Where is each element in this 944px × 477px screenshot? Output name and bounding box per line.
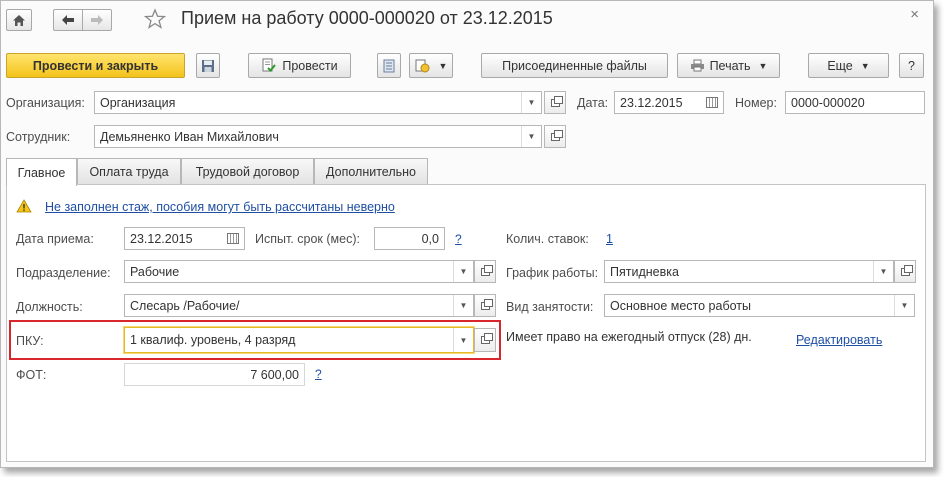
help-button[interactable]: ?: [899, 53, 924, 78]
employee-field[interactable]: Демьяненко Иван Михайлович ▼: [94, 125, 542, 148]
warning-link[interactable]: Не заполнен стаж, пособия могут быть рас…: [45, 200, 395, 214]
post-and-close-button[interactable]: Провести и закрыть: [6, 53, 185, 78]
chevron-down-icon: ▼: [438, 60, 448, 71]
employee-value: Демьяненко Иван Михайлович: [100, 129, 279, 144]
organization-label: Организация:: [6, 96, 85, 110]
rates-label: Колич. ставок:: [506, 232, 589, 246]
printer-icon: [690, 59, 704, 72]
document-list-icon: [383, 59, 395, 72]
post-document-icon: [262, 58, 277, 72]
schedule-open-button[interactable]: [894, 260, 916, 283]
employment-type-label: Вид занятости:: [506, 300, 594, 314]
open-window-icon: [480, 298, 493, 310]
fot-value: 7 600,00: [250, 367, 299, 382]
number-label: Номер:: [735, 96, 777, 110]
position-open-button[interactable]: [474, 294, 496, 317]
edit-link[interactable]: Редактировать: [796, 333, 882, 347]
department-label: Подразделение:: [16, 266, 111, 280]
chevron-down-icon[interactable]: ▼: [894, 295, 914, 316]
open-window-icon: [550, 95, 563, 107]
position-label: Должность:: [16, 300, 83, 314]
pku-label: ПКУ:: [16, 334, 44, 348]
tab-additional[interactable]: Дополнительно: [314, 158, 428, 185]
open-window-icon: [480, 333, 493, 344]
chevron-down-icon[interactable]: ▼: [453, 328, 473, 352]
hire-date-value: 23.12.2015: [130, 231, 193, 246]
chevron-down-icon[interactable]: ▼: [521, 126, 541, 147]
create-based-on-button[interactable]: ▼: [409, 53, 453, 78]
chevron-down-icon: ▼: [758, 60, 768, 71]
home-button[interactable]: [6, 9, 32, 31]
hire-date-label: Дата приема:: [16, 232, 94, 246]
hire-date-field[interactable]: 23.12.2015: [124, 227, 245, 250]
employee-label: Сотрудник:: [6, 130, 71, 144]
date-field[interactable]: 23.12.2015: [614, 91, 724, 114]
organization-field[interactable]: Организация ▼: [94, 91, 542, 114]
post-button-label: Провести: [282, 58, 338, 73]
create-based-on-icon: [415, 59, 430, 72]
position-value: Слесарь /Рабочие/: [130, 298, 240, 313]
position-field[interactable]: Слесарь /Рабочие/ ▼: [124, 294, 474, 317]
page-title: Прием на работу 0000-000020 от 23.12.201…: [181, 8, 553, 28]
tab-labor-contract[interactable]: Трудовой договор: [181, 158, 314, 185]
pku-field[interactable]: 1 квалиф. уровень, 4 разряд ▼: [124, 327, 474, 353]
department-value: Рабочие: [130, 264, 180, 279]
chevron-down-icon[interactable]: ▼: [453, 261, 473, 282]
warning-icon: [16, 199, 32, 216]
department-field[interactable]: Рабочие ▼: [124, 260, 474, 283]
arrow-right-icon: [91, 15, 103, 25]
calendar-icon[interactable]: [701, 92, 723, 113]
close-icon[interactable]: ×: [910, 6, 919, 23]
more-button-label: Еще: [827, 58, 853, 73]
probation-value: 0,0: [421, 231, 439, 246]
chevron-down-icon: ▼: [860, 60, 870, 71]
number-field[interactable]: 0000-000020: [785, 91, 925, 114]
chevron-down-icon[interactable]: ▼: [521, 92, 541, 113]
schedule-label: График работы:: [506, 266, 599, 280]
probation-field[interactable]: 0,0: [374, 227, 445, 250]
fot-label: ФОТ:: [16, 368, 47, 382]
save-button[interactable]: [196, 53, 220, 78]
floppy-disk-icon: [202, 59, 214, 72]
probation-label: Испыт. срок (мес):: [255, 232, 360, 246]
schedule-field[interactable]: Пятидневка ▼: [604, 260, 894, 283]
tab-payment[interactable]: Оплата труда: [77, 158, 181, 185]
open-window-icon: [480, 264, 493, 276]
attached-files-button[interactable]: Присоединенные файлы: [481, 53, 668, 78]
open-window-icon: [550, 129, 563, 141]
print-button[interactable]: Печать ▼: [677, 53, 780, 78]
organization-value: Организация: [100, 95, 176, 110]
vacation-note: Имеет право на ежегодный отпуск (28) дн.: [506, 330, 752, 344]
rates-link[interactable]: 1: [606, 232, 613, 246]
document-window: Прием на работу 0000-000020 от 23.12.201…: [0, 0, 934, 468]
schedule-value: Пятидневка: [610, 264, 679, 279]
report-button[interactable]: [377, 53, 401, 78]
date-value: 23.12.2015: [620, 95, 683, 110]
print-button-label: Печать: [709, 58, 751, 73]
employment-type-field[interactable]: Основное место работы ▼: [604, 294, 915, 317]
date-label: Дата:: [577, 96, 609, 110]
tab-main[interactable]: Главное: [6, 158, 77, 186]
number-value: 0000-000020: [791, 95, 865, 110]
post-button[interactable]: Провести: [248, 53, 351, 78]
chevron-down-icon[interactable]: ▼: [873, 261, 893, 282]
favorite-star-icon[interactable]: [143, 8, 167, 33]
calendar-icon[interactable]: [222, 228, 244, 249]
employment-type-value: Основное место работы: [610, 298, 752, 313]
department-open-button[interactable]: [474, 260, 496, 283]
pku-value: 1 квалиф. уровень, 4 разряд: [130, 333, 296, 347]
fot-field[interactable]: 7 600,00: [124, 363, 305, 386]
home-icon: [13, 14, 25, 26]
chevron-down-icon[interactable]: ▼: [453, 295, 473, 316]
employee-open-button[interactable]: [544, 125, 566, 148]
arrow-left-icon: [62, 15, 74, 25]
forward-button[interactable]: [82, 9, 112, 31]
fot-help-link[interactable]: ?: [315, 367, 322, 381]
organization-open-button[interactable]: [544, 91, 566, 114]
probation-help-link[interactable]: ?: [455, 232, 462, 246]
more-button[interactable]: Еще ▼: [808, 53, 889, 78]
back-button[interactable]: [53, 9, 83, 31]
open-window-icon: [900, 264, 913, 276]
pku-open-button[interactable]: [474, 328, 496, 352]
